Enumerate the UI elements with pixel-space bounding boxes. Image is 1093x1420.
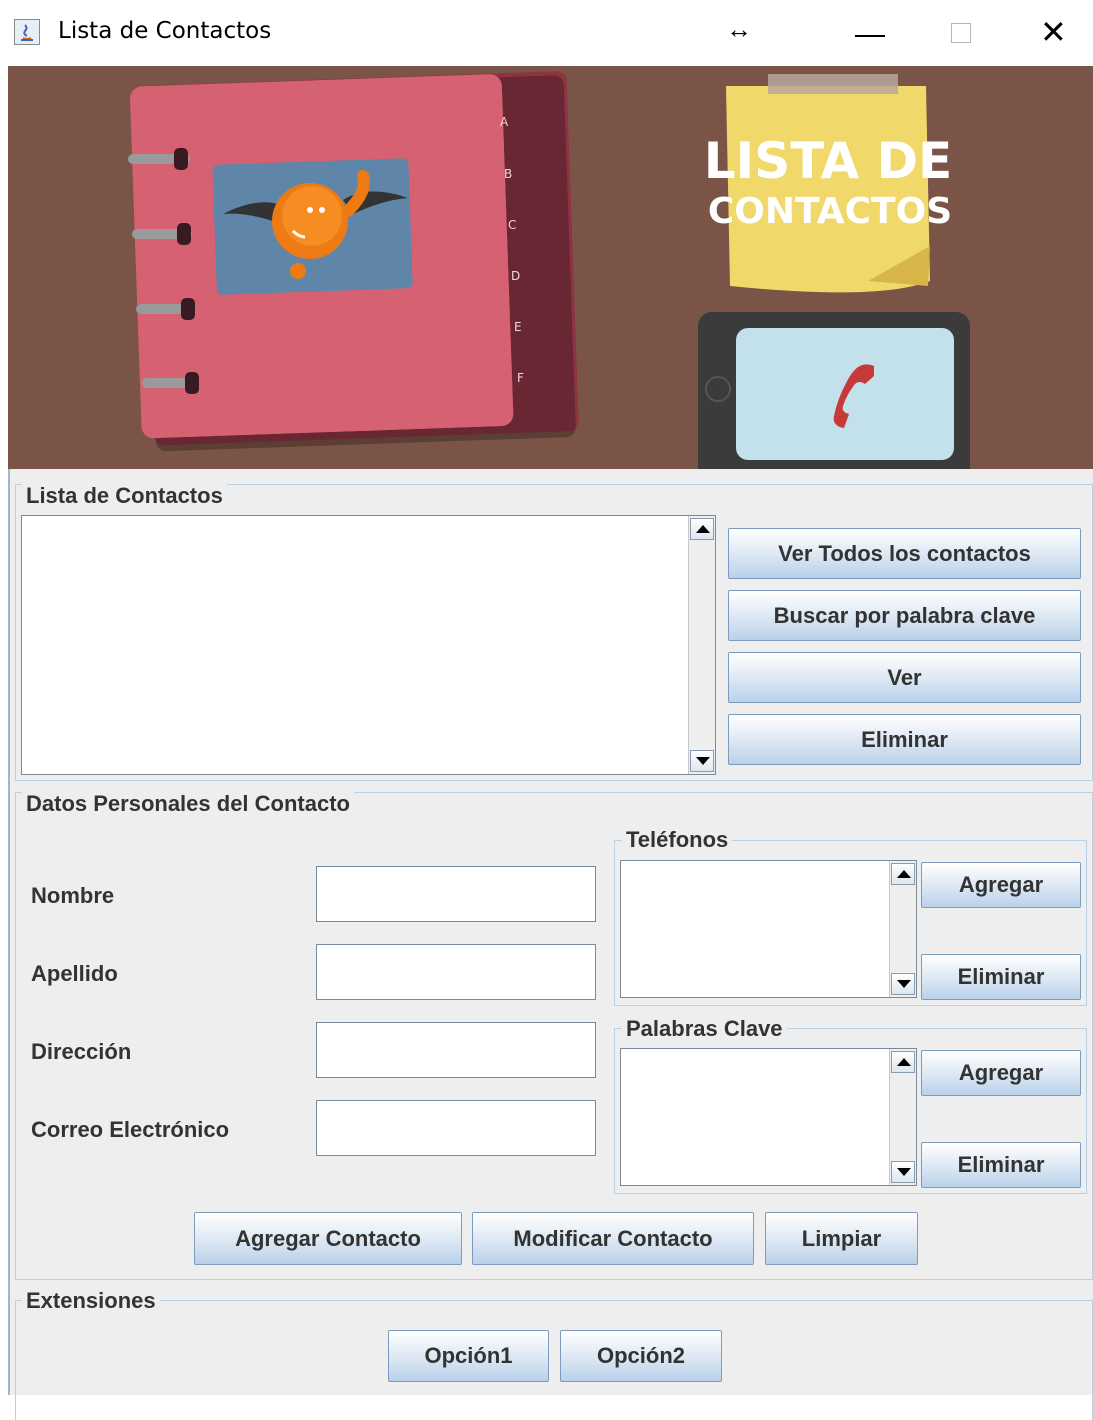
banner-tab-f: F [517,371,524,385]
arrow-down-icon [696,757,710,765]
banner-tab-b: B [504,167,512,181]
banner-tab-a: A [500,115,509,129]
phones-scrollbar[interactable] [889,861,916,997]
add-phone-button[interactable]: Agregar [921,862,1081,908]
option1-button[interactable]: Opción1 [388,1330,549,1382]
surname-label: Apellido [31,961,118,986]
arrow-down-icon [897,980,911,988]
java-app-icon [14,19,40,45]
banner-tab-d: D [511,269,520,283]
delete-keyword-button[interactable]: Eliminar [921,1142,1081,1188]
personal-data-title: Datos Personales del Contacto [22,792,354,816]
phones-list[interactable] [620,860,917,998]
surname-field[interactable] [316,944,596,1000]
contact-list[interactable] [21,515,716,775]
arrow-up-icon [897,870,911,878]
scroll-up-button[interactable] [891,863,915,885]
address-label: Dirección [31,1039,132,1064]
sticky-note-line1: LISTA DE [704,132,952,190]
maximize-button[interactable] [951,23,971,43]
minimize-button[interactable] [855,35,885,37]
scroll-down-button[interactable] [891,1161,915,1183]
add-keyword-button[interactable]: Agregar [921,1050,1081,1096]
arrow-up-icon [696,525,710,533]
arrow-down-icon [897,1168,911,1176]
keywords-title: Palabras Clave [622,1017,787,1041]
scroll-down-button[interactable] [891,973,915,995]
keywords-list[interactable] [620,1048,917,1186]
email-field[interactable] [316,1100,596,1156]
search-keyword-button[interactable]: Buscar por palabra clave [728,590,1081,641]
resize-horizontal-icon[interactable]: ↔ [726,14,752,45]
extensions-group [15,1300,1093,1420]
keywords-scrollbar[interactable] [889,1049,916,1185]
view-button[interactable]: Ver [728,652,1081,703]
sticky-note: LISTA DE CONTACTOS [704,74,952,293]
contact-list-title: Lista de Contactos [22,484,227,508]
close-button[interactable]: ✕ [1040,14,1067,50]
banner-tab-c: C [508,218,516,232]
arrow-up-icon [897,1058,911,1066]
banner-illustration: A B C D E F LISTA DE CONTACTOS [8,66,1093,469]
address-field[interactable] [316,1022,596,1078]
view-all-button[interactable]: Ver Todos los contactos [728,528,1081,579]
option2-button[interactable]: Opción2 [560,1330,722,1382]
extensions-title: Extensiones [22,1289,160,1313]
phone-illustration [698,312,970,469]
banner-tab-e: E [514,320,522,334]
window-title: Lista de Contactos [58,18,272,44]
email-label: Correo Electrónico [31,1117,230,1142]
title-bar: Lista de Contactos ↔ ✕ [0,0,1093,66]
delete-phone-button[interactable]: Eliminar [921,954,1081,1000]
delete-contact-button[interactable]: Eliminar [728,714,1081,765]
scroll-up-button[interactable] [690,518,714,540]
clear-button[interactable]: Limpiar [765,1212,918,1265]
contact-list-scrollbar[interactable] [688,516,715,774]
add-contact-button[interactable]: Agregar Contacto [194,1212,462,1265]
name-field[interactable] [316,866,596,922]
sticky-note-line2: CONTACTOS [708,191,952,232]
name-label: Nombre [31,883,115,908]
phones-title: Teléfonos [622,828,733,852]
scroll-up-button[interactable] [891,1051,915,1073]
scroll-down-button[interactable] [690,750,714,772]
modify-contact-button[interactable]: Modificar Contacto [472,1212,754,1265]
